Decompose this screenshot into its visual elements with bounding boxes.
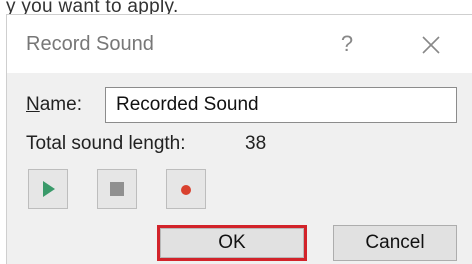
name-label: Name: bbox=[26, 94, 82, 116]
stop-icon bbox=[110, 182, 124, 196]
total-sound-length-value: 38 bbox=[245, 133, 267, 154]
cancel-button[interactable]: Cancel bbox=[333, 225, 457, 261]
name-label-mnemonic: N bbox=[26, 94, 40, 115]
dialog-titlebar: Record Sound ? bbox=[7, 15, 472, 73]
name-input[interactable] bbox=[105, 87, 457, 123]
name-label-rest: ame: bbox=[39, 94, 82, 115]
total-sound-length-label: Total sound length: bbox=[26, 133, 186, 154]
stop-button[interactable] bbox=[97, 169, 137, 209]
play-icon bbox=[43, 181, 55, 197]
dialog-title: Record Sound bbox=[26, 33, 154, 55]
record-icon bbox=[181, 185, 191, 195]
record-button[interactable] bbox=[166, 169, 206, 209]
close-icon bbox=[422, 36, 440, 54]
play-button[interactable] bbox=[28, 169, 68, 209]
help-button[interactable]: ? bbox=[333, 29, 361, 59]
ok-button[interactable]: OK bbox=[157, 225, 307, 261]
record-sound-dialog: Record Sound ? Name: Total sound length:… bbox=[6, 14, 472, 264]
close-button[interactable] bbox=[413, 29, 447, 59]
screenshot-page: y you want to apply. Record Sound ? Name… bbox=[0, 0, 472, 264]
